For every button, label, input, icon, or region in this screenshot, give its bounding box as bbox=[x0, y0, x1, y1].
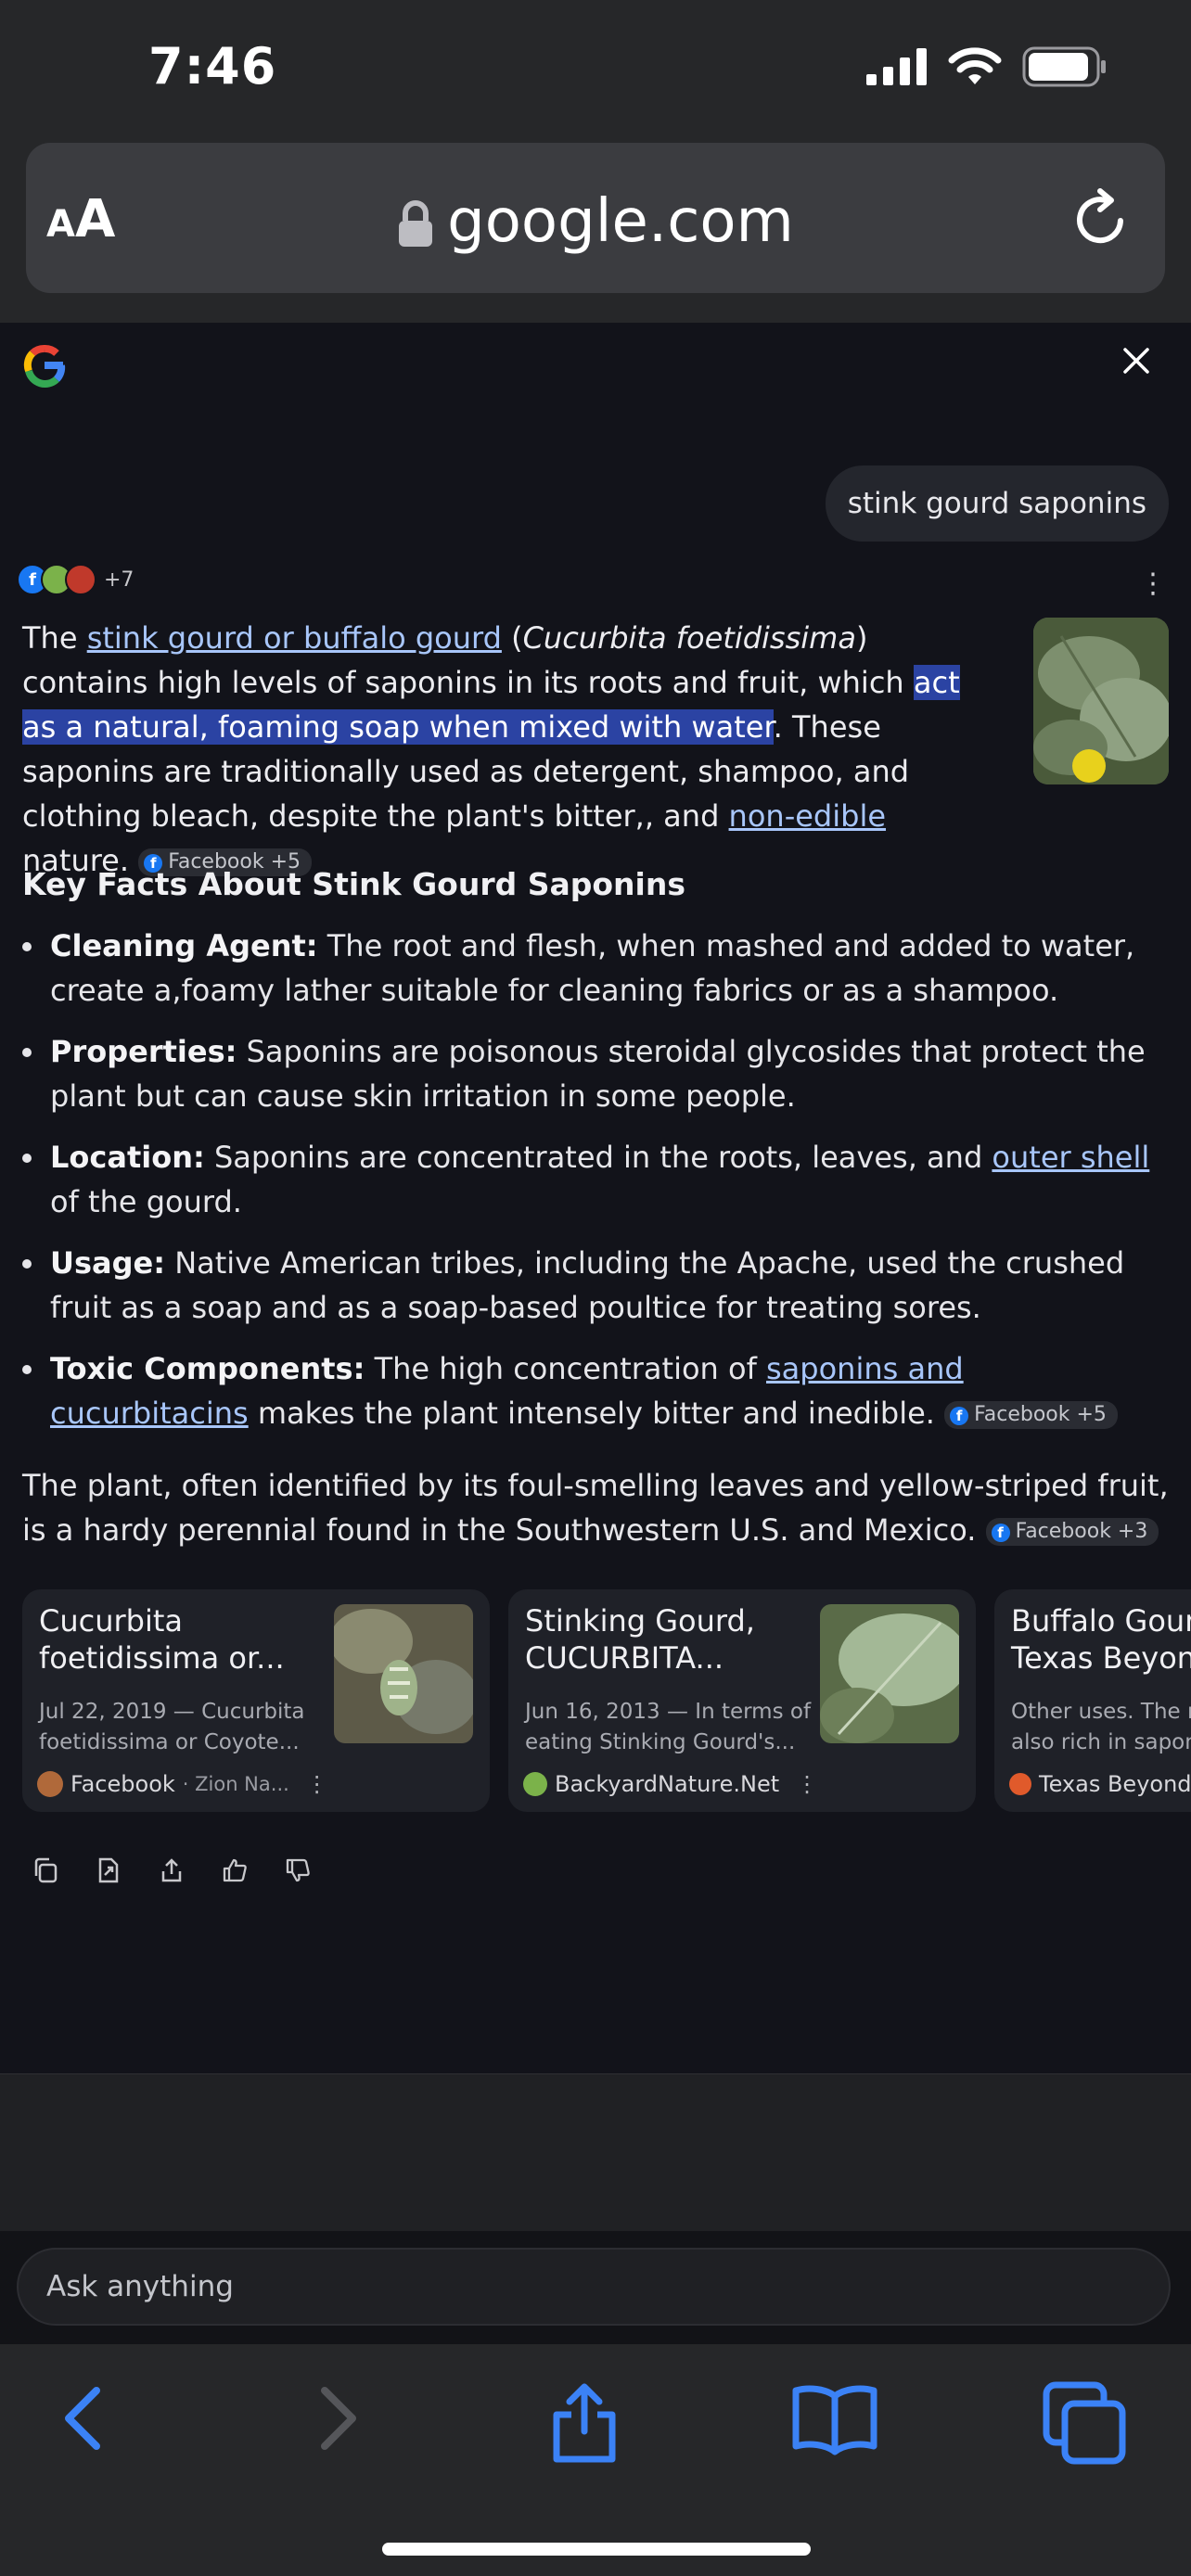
list-item: Usage: Native American tribes, including… bbox=[22, 1241, 1169, 1330]
source-icon bbox=[65, 564, 96, 595]
signal-icon bbox=[866, 48, 927, 85]
source-card[interactable]: Buffalo Gourd - Texas Beyond Other uses.… bbox=[994, 1589, 1191, 1812]
list-item: Location: Saponins are concentrated in t… bbox=[22, 1135, 1169, 1224]
battery-icon bbox=[1022, 46, 1106, 87]
bullet-text: makes the plant intensely bitter and ine… bbox=[248, 1396, 935, 1431]
source-avatars[interactable]: f +7 bbox=[17, 564, 134, 595]
copy-icon[interactable] bbox=[32, 1856, 59, 1884]
bullet-title: Usage: bbox=[50, 1245, 166, 1281]
status-icons bbox=[866, 46, 1108, 87]
bullet-title: Toxic Components: bbox=[50, 1351, 365, 1386]
citation-chip[interactable]: f Facebook +5 bbox=[944, 1401, 1118, 1429]
list-item: Properties: Saponins are poisonous stero… bbox=[22, 1029, 1169, 1118]
answer-text: ( bbox=[501, 620, 523, 656]
more-options-icon[interactable]: ⋮ bbox=[796, 1771, 818, 1797]
tabs-icon[interactable] bbox=[1043, 2381, 1128, 2467]
sources-more-count: +7 bbox=[104, 567, 134, 592]
bullet-title: Properties: bbox=[50, 1034, 237, 1069]
card-thumbnail bbox=[334, 1604, 473, 1743]
answer-thumbnail[interactable] bbox=[1033, 618, 1169, 784]
card-title: Cucurbita foetidissima or... bbox=[39, 1603, 285, 1676]
link-stink-gourd[interactable]: stink gourd or buffalo gourd bbox=[87, 620, 502, 656]
card-source: Texas Beyond bbox=[1009, 1771, 1191, 1797]
more-options-icon[interactable]: ⋮ bbox=[306, 1771, 328, 1797]
ask-bar: Ask anything bbox=[0, 2231, 1191, 2344]
home-indicator bbox=[382, 2543, 811, 2556]
bullet-text: Native American tribes, including the Ap… bbox=[50, 1245, 1125, 1325]
card-snippet: Jul 22, 2019 — Cucurbita foetidissima or… bbox=[39, 1700, 305, 1754]
page-background bbox=[0, 2073, 1191, 2232]
domain-text: google.com bbox=[447, 187, 794, 256]
citation-chip-label: Facebook +5 bbox=[974, 1403, 1107, 1426]
address-bar[interactable]: AA google.com bbox=[26, 143, 1165, 293]
status-bar: 7:46 bbox=[0, 0, 1191, 139]
address-domain[interactable]: google.com bbox=[26, 187, 1165, 256]
card-title: Buffalo Gourd - Texas Beyond bbox=[1011, 1603, 1191, 1676]
list-item: Cleaning Agent: The root and flesh, when… bbox=[22, 924, 1169, 1013]
card-source-name: Facebook bbox=[70, 1771, 175, 1797]
share-icon[interactable] bbox=[158, 1856, 186, 1884]
card-source-sub: · Zion Na... bbox=[182, 1773, 289, 1795]
bullet-title: Location: bbox=[50, 1140, 205, 1175]
bullet-text: of the gourd. bbox=[50, 1184, 242, 1219]
share-icon[interactable] bbox=[547, 2381, 621, 2465]
user-query-text: stink gourd saponins bbox=[847, 487, 1146, 520]
answer-italic: Cucurbita foetidissima bbox=[522, 620, 856, 656]
answer-paragraph: The stink gourd or buffalo gourd (Cucurb… bbox=[22, 616, 991, 883]
bookmarks-icon[interactable] bbox=[790, 2381, 879, 2455]
answer-text: The bbox=[22, 620, 87, 656]
bullet-text: Saponins are concentrated in the roots, … bbox=[204, 1140, 992, 1175]
card-title: Stinking Gourd, CUCURBITA... bbox=[525, 1603, 755, 1676]
source-card[interactable]: Stinking Gourd, CUCURBITA... Jun 16, 201… bbox=[508, 1589, 976, 1812]
card-source-name: BackyardNature.Net bbox=[555, 1771, 780, 1797]
thumbs-up-icon[interactable] bbox=[221, 1856, 249, 1884]
citation-chip[interactable]: f Facebook +3 bbox=[985, 1518, 1159, 1546]
plant-photo bbox=[1033, 618, 1169, 784]
list-item: Toxic Components: The high concentration… bbox=[22, 1346, 1169, 1435]
forward-icon[interactable] bbox=[310, 2381, 365, 2455]
card-snippet: Other uses. The roots are also rich in s… bbox=[1011, 1700, 1191, 1754]
bullet-text: The high concentration of bbox=[365, 1351, 766, 1386]
citation-chip-label: Facebook +3 bbox=[1015, 1520, 1148, 1543]
answer-actions bbox=[32, 1856, 312, 1884]
browser-address-area: AA google.com bbox=[0, 139, 1191, 323]
plant-photo bbox=[334, 1604, 473, 1743]
reload-icon[interactable] bbox=[1072, 187, 1132, 249]
closing-paragraph: The plant, often identified by its foul-… bbox=[22, 1463, 1169, 1552]
card-source: BackyardNature.Net ⋮ bbox=[523, 1771, 818, 1797]
source-cards: Cucurbita foetidissima or... Jul 22, 201… bbox=[22, 1589, 1191, 1812]
source-avatar-icon bbox=[1009, 1773, 1031, 1795]
card-source-name: Texas Beyond bbox=[1039, 1771, 1191, 1797]
key-facts-list: Cleaning Agent: The root and flesh, when… bbox=[22, 924, 1169, 1452]
link-outer-shell[interactable]: outer shell bbox=[992, 1140, 1149, 1175]
card-thumbnail bbox=[820, 1604, 959, 1743]
source-avatar-icon bbox=[37, 1771, 63, 1797]
card-snippet: Jun 16, 2013 — In terms of eating Stinki… bbox=[525, 1700, 812, 1754]
export-icon[interactable] bbox=[95, 1856, 122, 1884]
ai-answer-panel: stink gourd saponins f +7 ⋮ The stink go… bbox=[0, 323, 1191, 2073]
source-card[interactable]: Cucurbita foetidissima or... Jul 22, 201… bbox=[22, 1589, 490, 1812]
more-options-icon[interactable]: ⋮ bbox=[1139, 567, 1167, 600]
ask-input[interactable]: Ask anything bbox=[17, 2248, 1171, 2326]
back-icon[interactable] bbox=[56, 2381, 111, 2455]
thumbs-down-icon[interactable] bbox=[284, 1856, 312, 1884]
plant-photo bbox=[820, 1604, 959, 1743]
section-title: Key Facts About Stink Gourd Saponins bbox=[22, 866, 685, 902]
link-non-edible[interactable]: non-edible bbox=[729, 798, 886, 834]
wifi-icon bbox=[948, 47, 1002, 84]
user-query-bubble: stink gourd saponins bbox=[825, 465, 1169, 542]
source-avatar-icon bbox=[523, 1772, 547, 1796]
close-icon[interactable] bbox=[1122, 347, 1150, 375]
status-time: 7:46 bbox=[148, 37, 277, 96]
browser-toolbar bbox=[0, 2344, 1191, 2576]
google-logo-icon bbox=[23, 345, 66, 388]
lock-icon bbox=[399, 200, 433, 248]
bullet-title: Cleaning Agent: bbox=[50, 928, 318, 963]
card-source: Facebook · Zion Na... ⋮ bbox=[37, 1771, 328, 1797]
